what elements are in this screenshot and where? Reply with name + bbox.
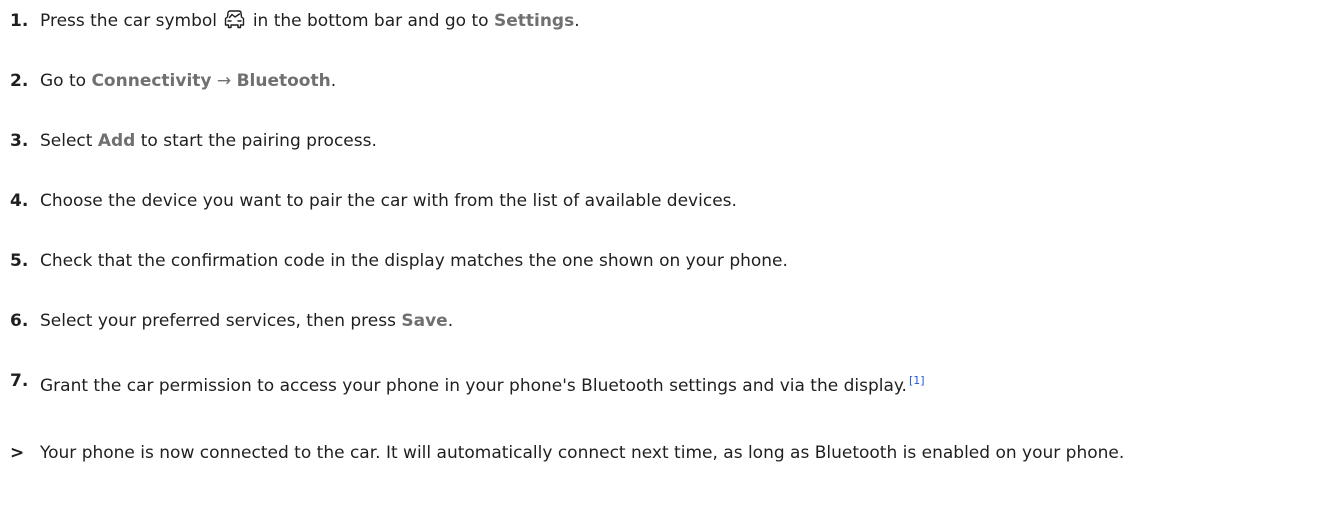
footnote-link[interactable]: [1] — [909, 374, 925, 387]
step-number: 7. — [10, 371, 29, 391]
result-note: > Your phone is now connected to the car… — [10, 439, 1320, 467]
arrow-icon: → — [216, 71, 232, 91]
connectivity-label: Connectivity — [91, 71, 212, 91]
step-3: 3. Select Add to start the pairing proce… — [10, 127, 1320, 155]
bluetooth-label: Bluetooth — [236, 71, 331, 91]
step-number: 5. — [10, 251, 29, 271]
step-7: 7. Grant the car permission to access yo… — [10, 367, 1320, 400]
save-label: Save — [401, 311, 448, 331]
step-number: 2. — [10, 71, 29, 91]
step-text: Go to Connectivity → Bluetooth. — [40, 71, 337, 91]
step-text: Press the car symbol in the bottom bar a… — [40, 10, 580, 31]
step-2: 2. Go to Connectivity → Bluetooth. — [10, 67, 1320, 95]
step-number: 6. — [10, 311, 29, 331]
add-label: Add — [97, 131, 136, 151]
result-marker: > — [10, 443, 25, 463]
step-number: 1. — [10, 11, 29, 31]
step-text: Grant the car permission to access your … — [40, 374, 925, 396]
step-5: 5. Check that the confirmation code in t… — [10, 247, 1320, 275]
result-text: Your phone is now connected to the car. … — [40, 443, 1125, 463]
step-text: Select your preferred services, then pre… — [40, 311, 454, 331]
settings-label: Settings — [493, 11, 575, 31]
car-icon — [225, 10, 245, 29]
step-text: Choose the device you want to pair the c… — [40, 191, 737, 211]
step-4: 4. Choose the device you want to pair th… — [10, 187, 1320, 215]
step-number: 4. — [10, 191, 29, 211]
step-6: 6. Select your preferred services, then … — [10, 307, 1320, 335]
step-text: Select Add to start the pairing process. — [40, 131, 377, 151]
step-1: 1. Press the car symbol in the bottom ba… — [10, 7, 1320, 35]
step-text: Check that the confirmation code in the … — [40, 251, 788, 271]
step-number: 3. — [10, 131, 29, 151]
